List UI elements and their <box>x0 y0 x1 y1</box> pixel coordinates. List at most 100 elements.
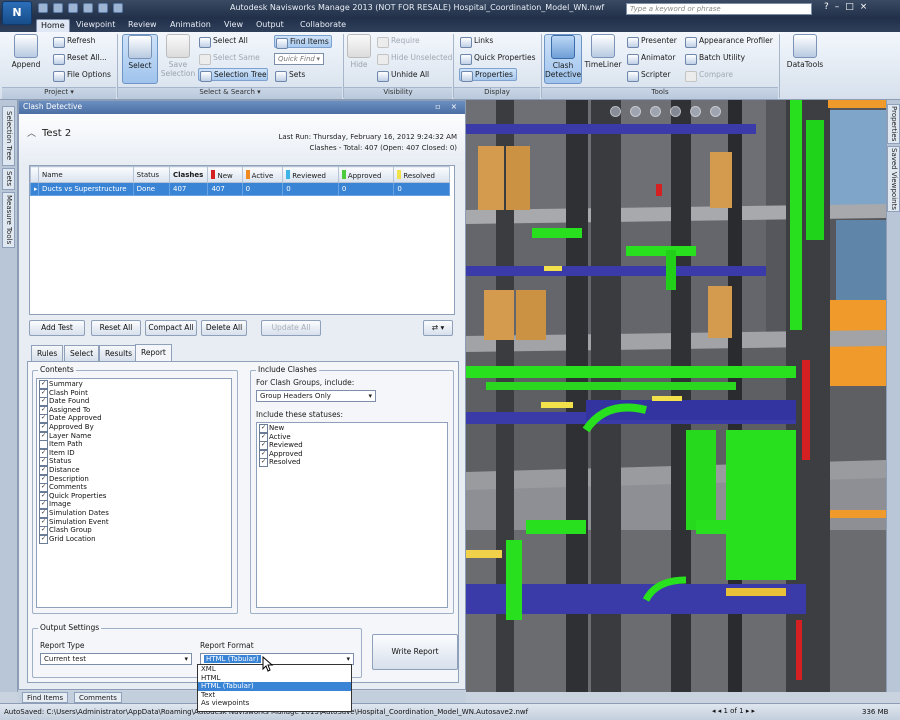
report-format-option-html-tabular[interactable]: HTML (Tabular) <box>198 682 351 691</box>
close-icon[interactable]: × <box>860 2 868 12</box>
unhide-all-button[interactable]: Unhide All <box>376 69 429 82</box>
tab-view[interactable]: View <box>220 19 247 32</box>
links-button[interactable]: Links <box>459 35 493 48</box>
column-header-approved[interactable]: Approved <box>337 166 395 183</box>
tab-results[interactable]: Results <box>99 345 139 361</box>
report-format-option-text[interactable]: Text <box>198 691 351 700</box>
select-button[interactable]: Select <box>122 34 158 84</box>
reset-all-tests-button[interactable]: Reset All <box>91 320 141 336</box>
group-select-search-label[interactable]: Select & Search ▾ <box>118 87 342 99</box>
column-header-active[interactable]: Active <box>241 166 284 183</box>
column-header-clashes[interactable]: Clashes <box>168 166 209 183</box>
open-icon[interactable] <box>53 3 63 13</box>
add-test-button[interactable]: Add Test <box>29 320 85 336</box>
minimize-icon[interactable]: – <box>835 2 840 12</box>
zoom-icon[interactable] <box>650 106 661 117</box>
contents-item-checkbox[interactable]: Layer Name <box>37 431 231 441</box>
tab-home[interactable]: Home <box>36 19 70 32</box>
report-type-select[interactable]: Current test <box>40 653 192 665</box>
sheet-pager[interactable]: ◂ ◂ 1 of 1 ▸ ▸ <box>712 707 755 715</box>
contents-item-checkbox[interactable]: Simulation Event <box>37 517 231 527</box>
tab-viewpoint[interactable]: Viewpoint <box>72 19 119 32</box>
tab-collaborate[interactable]: Collaborate <box>296 19 350 32</box>
hide-button[interactable]: Hide <box>346 34 372 69</box>
import-export-button[interactable]: ⇄ ▾ <box>423 320 453 336</box>
contents-item-checkbox[interactable]: Clash Point <box>37 388 231 398</box>
look-icon[interactable] <box>690 106 701 117</box>
tab-animation[interactable]: Animation <box>166 19 215 32</box>
contents-item-checkbox[interactable]: Summary <box>37 380 231 389</box>
contents-item-checkbox[interactable]: Distance <box>37 465 231 475</box>
panel-close-icon[interactable]: ▫ × <box>435 101 461 113</box>
saved-viewpoints-dock-tab[interactable]: Saved Viewpoints <box>887 146 900 212</box>
tab-rules[interactable]: Rules <box>31 345 64 361</box>
comments-dock-tab[interactable]: Comments <box>74 692 122 703</box>
new-icon[interactable] <box>38 3 48 13</box>
test-name-cell[interactable]: Ducts vs Superstructure <box>38 182 134 196</box>
column-header-name[interactable]: Name <box>38 166 134 183</box>
save-selection-button[interactable]: Save Selection <box>160 34 196 78</box>
update-all-button[interactable]: Update All <box>261 320 321 336</box>
redo-icon[interactable] <box>113 3 123 13</box>
contents-item-checkbox[interactable]: Approved By <box>37 422 231 432</box>
save-icon[interactable] <box>68 3 78 13</box>
print-icon[interactable] <box>83 3 93 13</box>
tab-select[interactable]: Select <box>64 345 100 361</box>
report-format-option-xml[interactable]: XML <box>198 665 351 674</box>
select-all-button[interactable]: Select All <box>198 35 248 48</box>
table-row[interactable]: ▸ Ducts vs Superstructure Done 407 407 0… <box>29 182 450 196</box>
contents-item-checkbox[interactable]: Image <box>37 500 231 509</box>
sets-button[interactable]: Sets <box>274 69 305 82</box>
contents-item-checkbox[interactable]: Item ID <box>37 448 231 458</box>
animator-button[interactable]: Animator <box>626 52 675 65</box>
report-format-option-html[interactable]: HTML <box>198 674 351 683</box>
clash-groups-select[interactable]: Group Headers Only <box>256 390 376 402</box>
select-same-button[interactable]: Select Same <box>198 52 260 65</box>
undo-icon[interactable] <box>98 3 108 13</box>
status-item-checkbox[interactable]: Active <box>257 432 447 442</box>
clash-detective-button[interactable]: Clash Detective <box>544 34 582 84</box>
contents-item-checkbox[interactable]: Item Path <box>37 440 231 449</box>
compact-all-button[interactable]: Compact All <box>145 320 197 336</box>
contents-item-checkbox[interactable]: Comments <box>37 483 231 492</box>
tab-review[interactable]: Review <box>124 19 161 32</box>
column-header-resolved[interactable]: Resolved <box>393 166 450 183</box>
column-header-status[interactable]: Status <box>132 166 171 183</box>
status-item-checkbox[interactable]: Approved <box>257 449 447 459</box>
contents-item-checkbox[interactable]: Quick Properties <box>37 491 231 501</box>
selection-tree-dock-tab[interactable]: Selection Tree <box>2 106 15 166</box>
presenter-button[interactable]: Presenter <box>626 35 677 48</box>
contents-item-checkbox[interactable]: Date Approved <box>37 414 231 423</box>
pan-icon[interactable] <box>630 106 641 117</box>
measure-tools-dock-tab[interactable]: Measure Tools <box>2 192 15 248</box>
contents-item-checkbox[interactable]: Assigned To <box>37 405 231 415</box>
tab-report[interactable]: Report <box>135 344 172 362</box>
column-header-reviewed[interactable]: Reviewed <box>282 166 339 183</box>
compare-button[interactable]: Compare <box>684 69 733 82</box>
orbit-icon[interactable] <box>670 106 681 117</box>
sets-dock-tab[interactable]: Sets <box>2 168 15 190</box>
hide-unselected-button[interactable]: Hide Unselected <box>376 52 452 65</box>
quick-properties-button[interactable]: Quick Properties <box>459 52 536 65</box>
write-report-button[interactable]: Write Report <box>372 634 458 670</box>
properties-button[interactable]: Properties <box>459 68 517 82</box>
batch-utility-button[interactable]: Batch Utility <box>684 52 745 65</box>
status-item-checkbox[interactable]: Resolved <box>257 458 447 467</box>
require-button[interactable]: Require <box>376 35 420 48</box>
find-items-button[interactable]: Find Items <box>274 35 332 49</box>
status-item-checkbox[interactable]: New <box>257 424 447 433</box>
contents-item-checkbox[interactable]: Description <box>37 474 231 484</box>
steering-wheel-icon[interactable] <box>610 106 621 117</box>
append-button[interactable]: Append <box>8 34 44 69</box>
quick-find-input[interactable]: Quick Find <box>274 53 324 65</box>
help-search-input[interactable]: Type a keyword or phrase <box>626 3 812 15</box>
row-selector[interactable]: ▸ <box>29 182 40 196</box>
contents-item-checkbox[interactable]: Date Found <box>37 397 231 406</box>
reset-all-button[interactable]: Reset All... <box>52 52 107 65</box>
contents-item-checkbox[interactable]: Simulation Dates <box>37 508 231 518</box>
report-format-option-as-viewpoints[interactable]: As viewpoints <box>198 699 351 708</box>
refresh-button[interactable]: Refresh <box>52 35 95 48</box>
contents-item-checkbox[interactable]: Grid Location <box>37 534 231 544</box>
properties-dock-tab[interactable]: Properties <box>887 104 900 144</box>
scripter-button[interactable]: Scripter <box>626 69 670 82</box>
